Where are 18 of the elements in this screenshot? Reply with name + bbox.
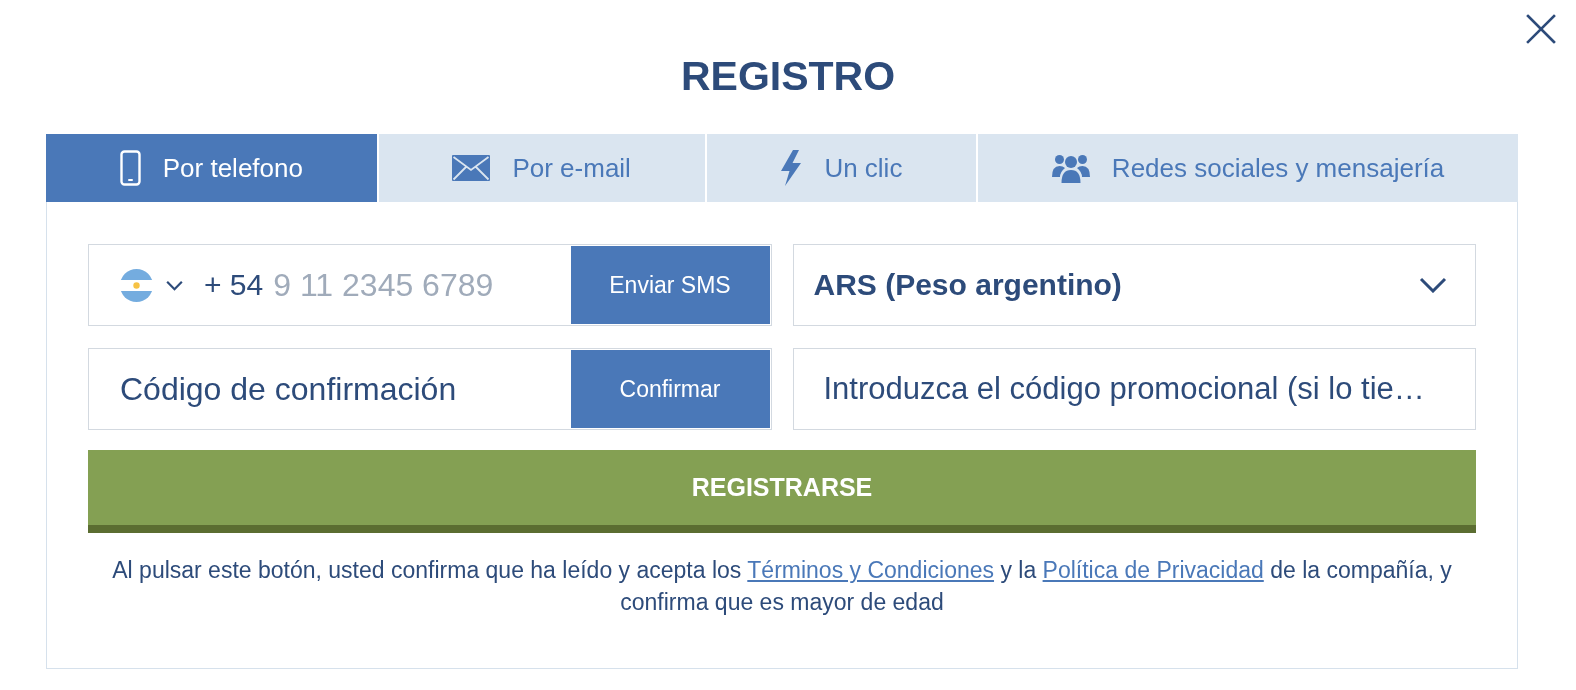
chevron-down-icon: [1419, 277, 1447, 293]
register-button[interactable]: REGISTRARSE: [88, 450, 1476, 533]
dialog-title: REGISTRO: [680, 52, 896, 100]
tab[interactable]: Por telefono: [46, 134, 377, 202]
terms-notice: Al pulsar este botón, usted confirma que ha leído y acepta los Términos y Condiciones y la Política de Privacidad de la compañía, y confirma que es mayor de edad: [111, 556, 1453, 617]
terms-link[interactable]: Política de Privacidad: [1042, 557, 1264, 583]
close-button[interactable]: [1526, 14, 1556, 44]
close-icon: [1526, 14, 1556, 44]
promo-code-field[interactable]: Introduzca el código promocional (si lo tie…: [792, 348, 1476, 430]
lightning-icon: [780, 150, 803, 186]
currency-select[interactable]: ARS (Peso argentino): [792, 244, 1476, 326]
terms-link[interactable]: Términos y Condiciones: [747, 557, 994, 583]
tab[interactable]: Redes sociales y mensajería: [978, 134, 1518, 202]
tab[interactable]: Un clic: [706, 134, 977, 202]
phone-icon: [119, 150, 141, 186]
people-icon: [1051, 153, 1090, 183]
envelope-icon: [452, 155, 491, 181]
tab[interactable]: Por e-mail: [378, 134, 705, 202]
